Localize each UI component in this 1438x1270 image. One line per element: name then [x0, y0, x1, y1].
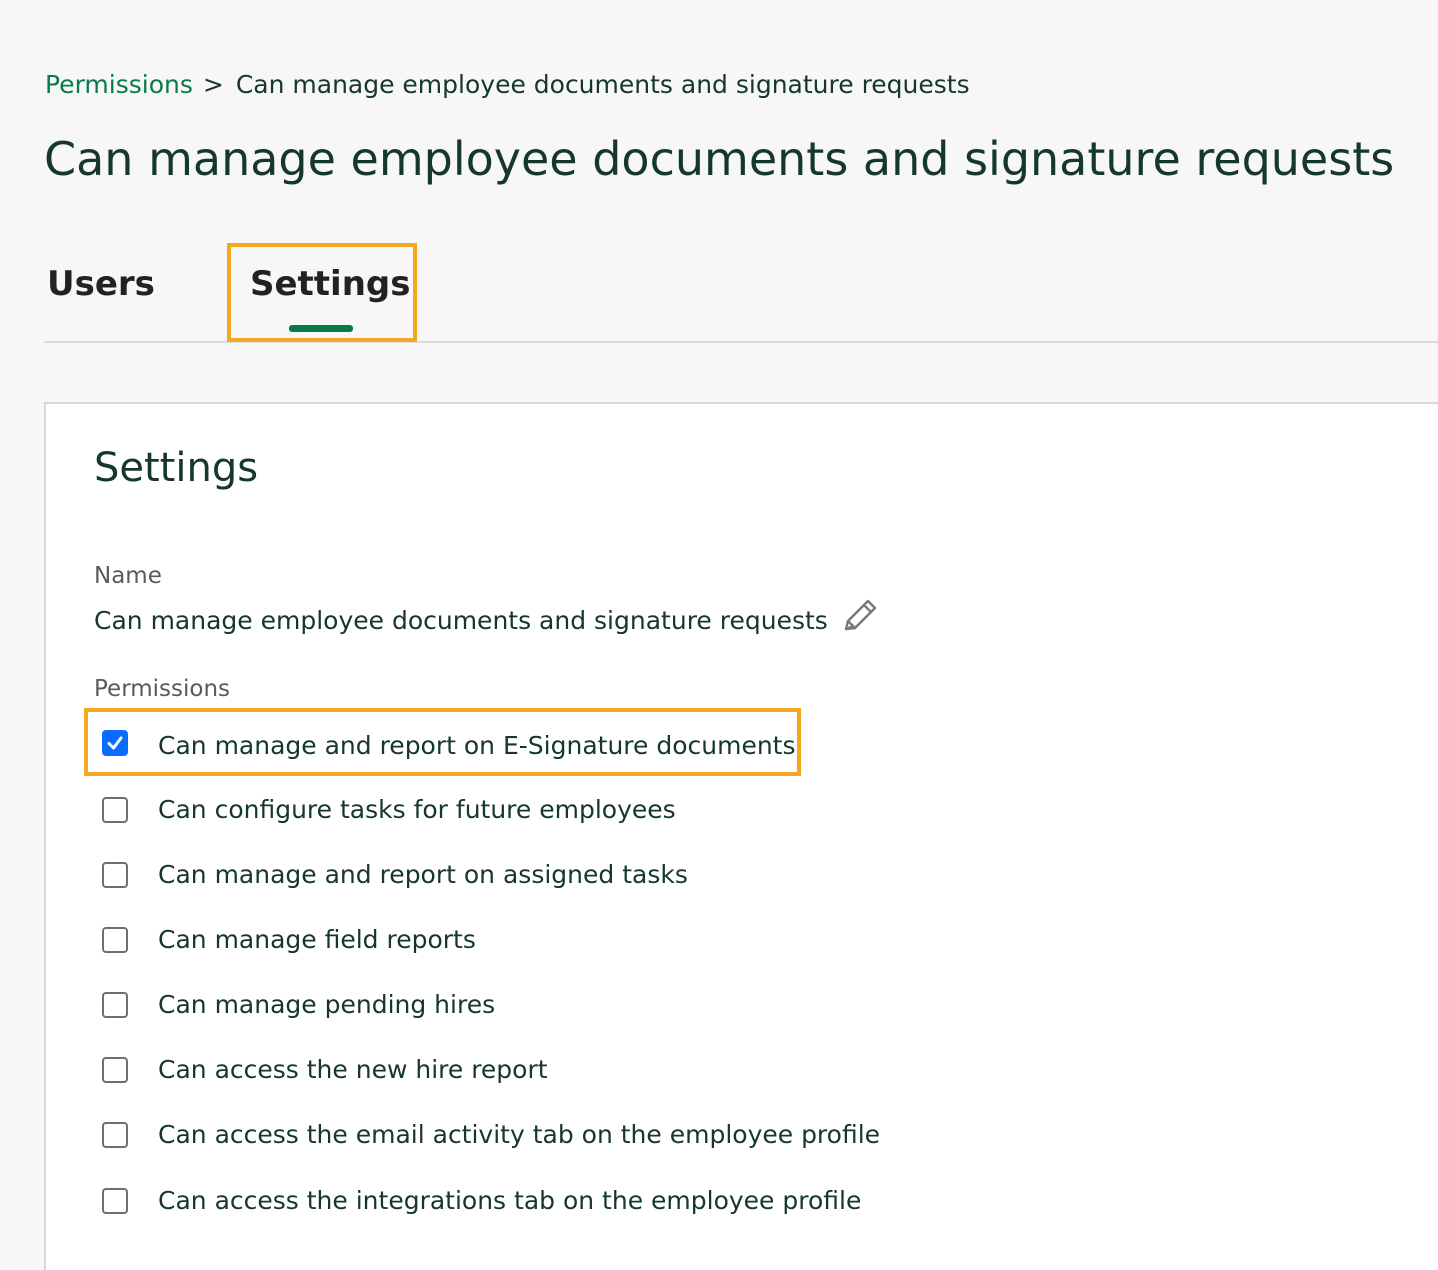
name-field-label: Name: [94, 563, 162, 589]
permission-checkbox-email-activity[interactable]: [102, 1122, 128, 1148]
permission-label: Can manage field reports: [158, 925, 476, 954]
breadcrumb-current: Can manage employee documents and signat…: [235, 70, 970, 99]
permissions-field-label: Permissions: [94, 676, 231, 702]
tab-settings[interactable]: Settings: [227, 243, 417, 342]
permission-label: Can access the email activity tab on the…: [158, 1120, 881, 1149]
permission-label: Can manage and report on assigned tasks: [158, 860, 688, 889]
pencil-icon[interactable]: [836, 594, 882, 640]
permission-checkbox-configure-tasks[interactable]: [102, 797, 128, 823]
permission-label: Can configure tasks for future employees: [158, 795, 676, 824]
tab-bar: Users Settings: [44, 240, 1438, 343]
tab-users-label: Users: [47, 264, 155, 304]
tab-users[interactable]: Users: [47, 240, 187, 341]
permission-label: Can access the integrations tab on the e…: [158, 1186, 862, 1215]
permission-label: Can access the new hire report: [158, 1055, 548, 1084]
permission-checkbox-esignature[interactable]: [102, 730, 128, 756]
permission-checkbox-field-reports[interactable]: [102, 927, 128, 953]
permission-checkbox-integrations[interactable]: [102, 1188, 128, 1214]
breadcrumb: Permissions > Can manage employee document…: [45, 68, 970, 102]
tab-settings-label: Settings: [250, 264, 411, 304]
permission-checkbox-assigned-tasks[interactable]: [102, 862, 128, 888]
settings-card: Settings Name Can manage employee docume…: [44, 402, 1438, 1270]
permission-row-esignature[interactable]: Can manage and report on E-Signature doc…: [84, 708, 801, 776]
breadcrumb-separator: >: [202, 70, 224, 99]
active-tab-indicator: [289, 325, 353, 332]
permission-checkbox-new-hire-report[interactable]: [102, 1057, 128, 1083]
breadcrumb-permissions-link[interactable]: Permissions: [45, 70, 193, 99]
name-field-value: Can manage employee documents and signat…: [94, 606, 828, 635]
permission-checkbox-pending-hires[interactable]: [102, 992, 128, 1018]
settings-card-title: Settings: [94, 445, 259, 491]
page-title: Can manage employee documents and signat…: [44, 132, 1395, 186]
permission-label: Can manage and report on E-Signature doc…: [158, 731, 796, 760]
permission-label: Can manage pending hires: [158, 990, 496, 1019]
